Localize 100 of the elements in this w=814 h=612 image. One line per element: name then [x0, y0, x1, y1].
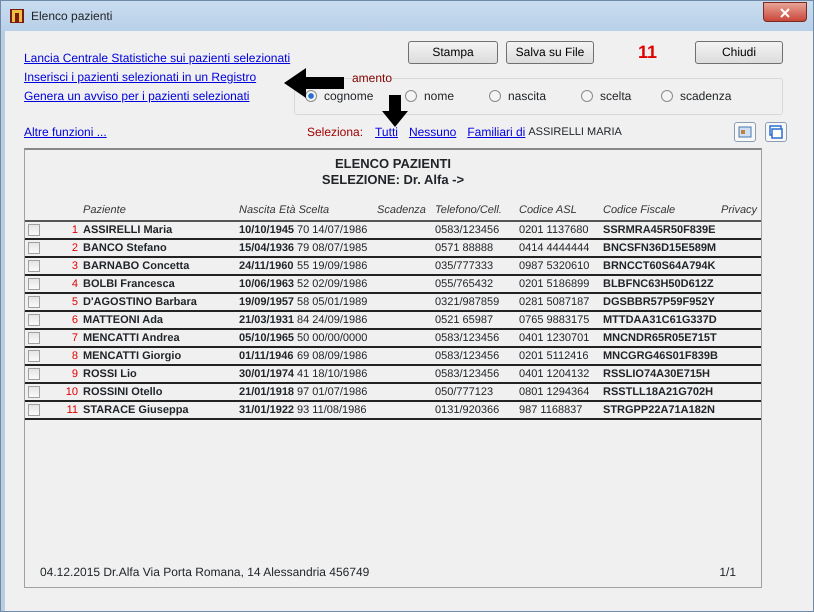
age-choice-cell-text: 55 19/09/1986 [296, 259, 368, 274]
patient-name: ASSIRELLI MARIA [528, 124, 622, 140]
patient-name-cell-text: BARNABO Concetta [83, 259, 190, 274]
phone-cell-text: 0321/987859 [435, 295, 500, 310]
fiscal-code-cell-text: DGSBBR57P59F952Y [603, 295, 716, 310]
birth-date-cell-text: 10/10/1945 [239, 223, 293, 238]
row-checkbox[interactable] [28, 242, 40, 254]
close-icon [780, 8, 790, 18]
windows-icon [769, 125, 783, 139]
table-row[interactable]: 8 MENCATTI Giorgio 01/11/1946 69 08/09/1986 0583/123456 0201 5112416 MNCGRG46S01F839B [25, 348, 761, 366]
row-number: 4 [70, 277, 79, 292]
fiscal-code-cell-text: MNCGRG46S01F839B [603, 349, 719, 364]
row-checkbox[interactable] [28, 296, 40, 308]
fiscal-code-cell-text: SSRMRA45R50F839E [603, 223, 716, 238]
patient-count: 11 [638, 41, 658, 64]
asl-code-cell-text: 0765 9883175 [519, 313, 590, 328]
phone-cell-text: 035/777333 [435, 259, 494, 274]
row-checkbox[interactable] [28, 368, 40, 380]
column-header: Scadenza [377, 202, 427, 218]
table-row[interactable]: 4 BOLBI Francesca 10/06/1963 52 02/09/1986 055/765432 0201 5186899 BLBFNC63H50D612Z [25, 276, 761, 294]
row-checkbox[interactable] [28, 224, 40, 236]
footer-text: 04.12.2015 Dr.Alfa Via Porta Romana, 14 Alessandria 456749 [40, 564, 370, 581]
patient-name-cell-text: MATTEONI Ada [83, 313, 164, 328]
action-link[interactable]: Lancia Centrale Statistiche sui pazienti selezionati [24, 49, 290, 68]
fiscal-code-cell-text: RSSLIO74A30E715H [603, 367, 711, 382]
age-choice-cell-text: 79 08/07/1985 [296, 241, 368, 256]
column-header: Telefono/Cell. [435, 202, 503, 218]
patient-name-cell-text: D'AGOSTINO Barbara [83, 295, 198, 310]
toolbar-button[interactable] [765, 122, 787, 142]
asl-code-cell-text: 0401 1204132 [519, 367, 590, 382]
birth-date-cell-text: 10/06/1963 [239, 277, 293, 292]
age-choice-cell-text: 70 14/07/1986 [296, 223, 368, 238]
report-title: ELENCO PAZIENTI [334, 156, 452, 172]
phone-cell-text: 0583/123456 [435, 349, 500, 364]
sort-radio[interactable]: scelta [581, 86, 632, 104]
asl-code-cell-text: 0987 5320610 [519, 259, 590, 274]
table-row[interactable]: 9 ROSSI Lio 30/01/1974 41 18/10/1986 0583/123456 0401 1204132 RSSLIO74A30E715H [25, 366, 761, 384]
birth-date-cell-text: 31/01/1922 [239, 403, 293, 418]
toolbar-button[interactable] [734, 122, 756, 142]
asl-code-cell-text: 0201 1137680 [519, 223, 590, 238]
sort-radio[interactable]: nome [405, 86, 454, 104]
fiscal-code-cell-text: MNCNDR65R05E715T [603, 331, 718, 346]
row-checkbox[interactable] [28, 404, 40, 416]
fiscal-code-cell-text: BNCSFN36D15E589M [603, 241, 718, 256]
more-functions-link[interactable]: Altre funzioni ... [24, 122, 307, 142]
table-row[interactable]: 6 MATTEONI Ada 21/03/1931 84 24/09/1986 0521 65987 0765 9883175 MTTDAA31C61G337D [25, 312, 761, 330]
fiscal-code-cell-text: STRGPP22A71A182N [603, 403, 716, 418]
phone-cell-text: 0521 65987 [435, 313, 494, 328]
phone-cell-text: 0583/123456 [435, 367, 500, 382]
close-window-button[interactable]: Chiudi [695, 41, 783, 64]
age-choice-cell-text: 50 00/00/0000 [296, 331, 368, 346]
birth-date-cell-text: 05/10/1965 [239, 331, 293, 346]
close-button[interactable] [763, 2, 807, 22]
row-checkbox[interactable] [28, 314, 40, 326]
row-checkbox[interactable] [28, 332, 40, 344]
row-number: 10 [64, 385, 79, 400]
fiscal-code-cell-text: RSSTLL18A21G702H [603, 385, 714, 400]
card-icon [738, 126, 752, 138]
table-row[interactable]: 2 BANCO Stefano 15/04/1936 79 08/07/1985 0571 88888 0414 4444444 BNCSFN36D15E589M [25, 240, 761, 258]
print-button[interactable]: Stampa [408, 41, 498, 64]
fiscal-code-cell-text: MTTDAA31C61G337D [603, 313, 718, 328]
action-link[interactable]: Genera un avviso per i pazienti selezionati [24, 87, 250, 106]
select-link[interactable]: Tutti [375, 122, 398, 142]
row-checkbox[interactable] [28, 386, 40, 398]
age-choice-cell-text: 58 05/01/1989 [296, 295, 368, 310]
column-header: Codice Fiscale [603, 202, 676, 218]
row-checkbox[interactable] [28, 260, 40, 272]
app-icon [9, 8, 25, 24]
table-row[interactable]: 1 ASSIRELLI Maria 10/10/1945 70 14/07/1986 0583/123456 0201 1137680 SSRMRA45R50F839E [25, 222, 761, 240]
table-row[interactable]: 10 ROSSINI Otello 21/01/1918 97 01/07/1986 050/777123 0801 1294364 RSSTLL18A21G702H [25, 384, 761, 402]
row-checkbox[interactable] [28, 278, 40, 290]
save-file-button[interactable]: Salva su File [506, 41, 594, 64]
row-number: 1 [70, 223, 79, 238]
birth-date-cell-text: 21/03/1931 [239, 313, 293, 328]
phone-cell-text: 0583/123456 [435, 331, 500, 346]
column-header: Privacy [721, 202, 758, 218]
phone-cell-text: 0131/920366 [435, 403, 500, 418]
birth-date-cell-text: 19/09/1957 [239, 295, 293, 310]
sort-radio[interactable]: scadenza [661, 86, 732, 104]
sort-radio[interactable]: nascita [489, 86, 546, 104]
row-number: 2 [70, 241, 79, 256]
select-link[interactable]: Familiari di [467, 122, 526, 142]
table-row[interactable]: 11 STARACE Giuseppa 31/01/1922 93 11/08/1986 0131/920366 987 1168837 STRGPP22A71A182N [25, 402, 761, 420]
row-checkbox[interactable] [28, 350, 40, 362]
row-number: 5 [70, 295, 79, 310]
phone-cell-text: 0571 88888 [435, 241, 494, 256]
down-arrow-icon [382, 95, 408, 127]
action-link[interactable]: Inserisci i pazienti selezionati in un Registro [24, 68, 256, 87]
select-link[interactable]: Nessuno [408, 122, 456, 142]
age-choice-cell-text: 69 08/09/1986 [296, 349, 368, 364]
patient-name-cell-text: BOLBI Francesca [83, 277, 176, 292]
patient-name-cell-text: MENCATTI Giorgio [83, 349, 182, 364]
column-header: Paziente [83, 202, 127, 218]
table-row[interactable]: 7 MENCATTI Andrea 05/10/1965 50 00/00/0000 0583/123456 0401 1230701 MNCNDR65R05E715T [25, 330, 761, 348]
asl-code-cell-text: 0201 5112416 [519, 349, 590, 364]
table-row[interactable]: 3 BARNABO Concetta 24/11/1960 55 19/09/1986 035/777333 0987 5320610 BRNCCT60S64A794K [25, 258, 761, 276]
table-row[interactable]: 5 D'AGOSTINO Barbara 19/09/1957 58 05/01/1989 0321/987859 0281 5087187 DGSBBR57P59F952Y [25, 294, 761, 312]
asl-code-cell-text: 987 1168837 [519, 403, 584, 418]
row-number: 8 [70, 349, 79, 364]
age-choice-cell-text: 52 02/09/1986 [296, 277, 368, 292]
